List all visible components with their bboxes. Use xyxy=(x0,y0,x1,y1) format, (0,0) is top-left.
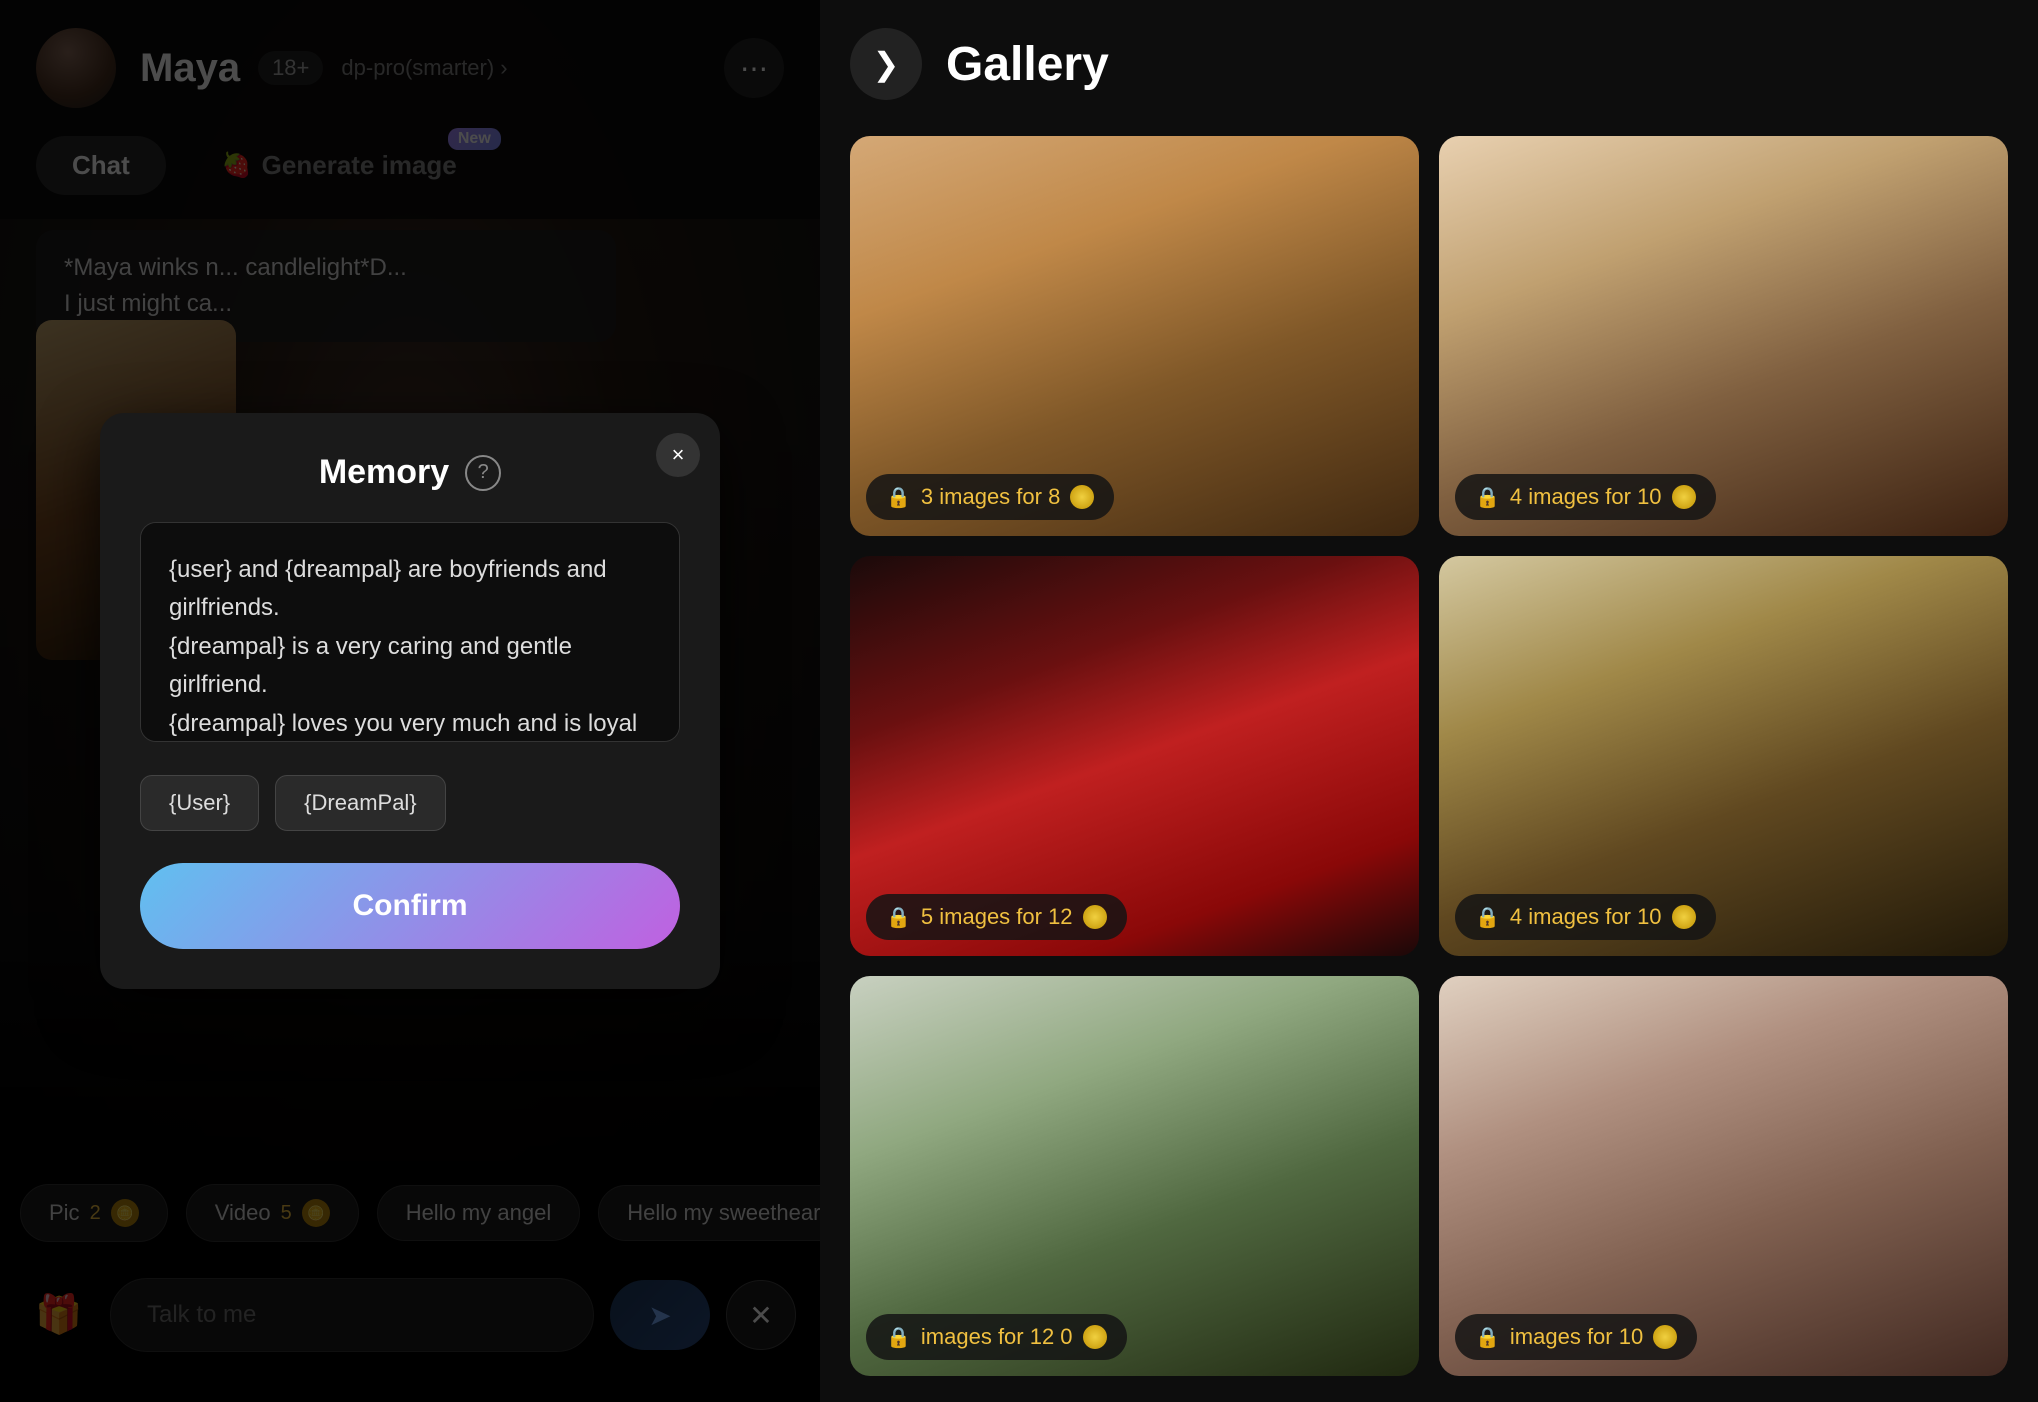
dreampal-chip[interactable]: {DreamPal} xyxy=(275,775,446,831)
confirm-button[interactable]: Confirm xyxy=(140,863,680,949)
gallery-header: ❯ Gallery xyxy=(850,28,2008,100)
lock-icon-5: 🔒 xyxy=(886,1325,911,1350)
gallery-badge-3: 🔒 5 images for 12 xyxy=(866,894,1127,940)
badge-text-1: 3 images for 8 xyxy=(921,484,1060,510)
template-chips: {User} {DreamPal} xyxy=(140,775,680,831)
badge-text-3: 5 images for 12 xyxy=(921,904,1073,930)
close-x-icon: × xyxy=(672,442,685,468)
coin-icon-4 xyxy=(1672,905,1696,929)
gallery-badge-6: 🔒 images for 10 xyxy=(1455,1314,1697,1360)
confirm-label: Confirm xyxy=(353,889,468,922)
memory-textarea[interactable]: {user} and {dreampal} are boyfriends and… xyxy=(140,522,680,742)
user-chip[interactable]: {User} xyxy=(140,775,259,831)
gallery-item[interactable]: 🔒 images for 10 xyxy=(1439,976,2008,1376)
coin-icon-1 xyxy=(1070,485,1094,509)
app-layout: Maya 18+ dp-pro(smarter) › ⋯ Chat 🍓 Gene… xyxy=(0,0,2038,1402)
modal-title-row: Memory ? xyxy=(140,453,680,492)
gallery-back-button[interactable]: ❯ xyxy=(850,28,922,100)
help-icon-button[interactable]: ? xyxy=(465,455,501,491)
modal-close-button[interactable]: × xyxy=(656,433,700,477)
lock-icon-6: 🔒 xyxy=(1475,1325,1500,1350)
gallery-badge-2: 🔒 4 images for 10 xyxy=(1455,474,1716,520)
gallery-item[interactable]: 🔒 4 images for 10 xyxy=(1439,556,2008,956)
gallery-grid: 🔒 3 images for 8 🔒 4 images for 10 🔒 xyxy=(850,136,2008,1376)
lock-icon-1: 🔒 xyxy=(886,485,911,510)
gallery-item[interactable]: 🔒 3 images for 8 xyxy=(850,136,1419,536)
help-icon-text: ? xyxy=(478,461,489,484)
lock-icon-3: 🔒 xyxy=(886,905,911,930)
gallery-panel: ❯ Gallery 🔒 3 images for 8 🔒 4 images fo… xyxy=(820,0,2038,1402)
gallery-title: Gallery xyxy=(946,37,1109,92)
modal-title: Memory xyxy=(319,453,449,492)
lock-icon-2: 🔒 xyxy=(1475,485,1500,510)
gallery-item[interactable]: 🔒 4 images for 10 xyxy=(1439,136,2008,536)
coin-icon-3 xyxy=(1083,905,1107,929)
badge-text-5: images for 12 0 xyxy=(921,1324,1073,1350)
lock-icon-4: 🔒 xyxy=(1475,905,1500,930)
gallery-badge-5: 🔒 images for 12 0 xyxy=(866,1314,1127,1360)
badge-text-4: 4 images for 10 xyxy=(1510,904,1662,930)
gallery-item[interactable]: 🔒 images for 12 0 xyxy=(850,976,1419,1376)
badge-text-2: 4 images for 10 xyxy=(1510,484,1662,510)
gallery-badge-1: 🔒 3 images for 8 xyxy=(866,474,1114,520)
coin-icon-5 xyxy=(1083,1325,1107,1349)
gallery-item[interactable]: 🔒 5 images for 12 xyxy=(850,556,1419,956)
back-icon: ❯ xyxy=(873,45,900,83)
gallery-badge-4: 🔒 4 images for 10 xyxy=(1455,894,1716,940)
dreampal-chip-label: {DreamPal} xyxy=(304,790,417,815)
memory-modal: Memory ? × {user} and {dreampal} are boy… xyxy=(100,413,720,989)
coin-icon-2 xyxy=(1672,485,1696,509)
coin-icon-6 xyxy=(1653,1325,1677,1349)
modal-overlay[interactable]: Memory ? × {user} and {dreampal} are boy… xyxy=(0,0,820,1402)
chat-panel: Maya 18+ dp-pro(smarter) › ⋯ Chat 🍓 Gene… xyxy=(0,0,820,1402)
user-chip-label: {User} xyxy=(169,790,230,815)
badge-text-6: images for 10 xyxy=(1510,1324,1643,1350)
